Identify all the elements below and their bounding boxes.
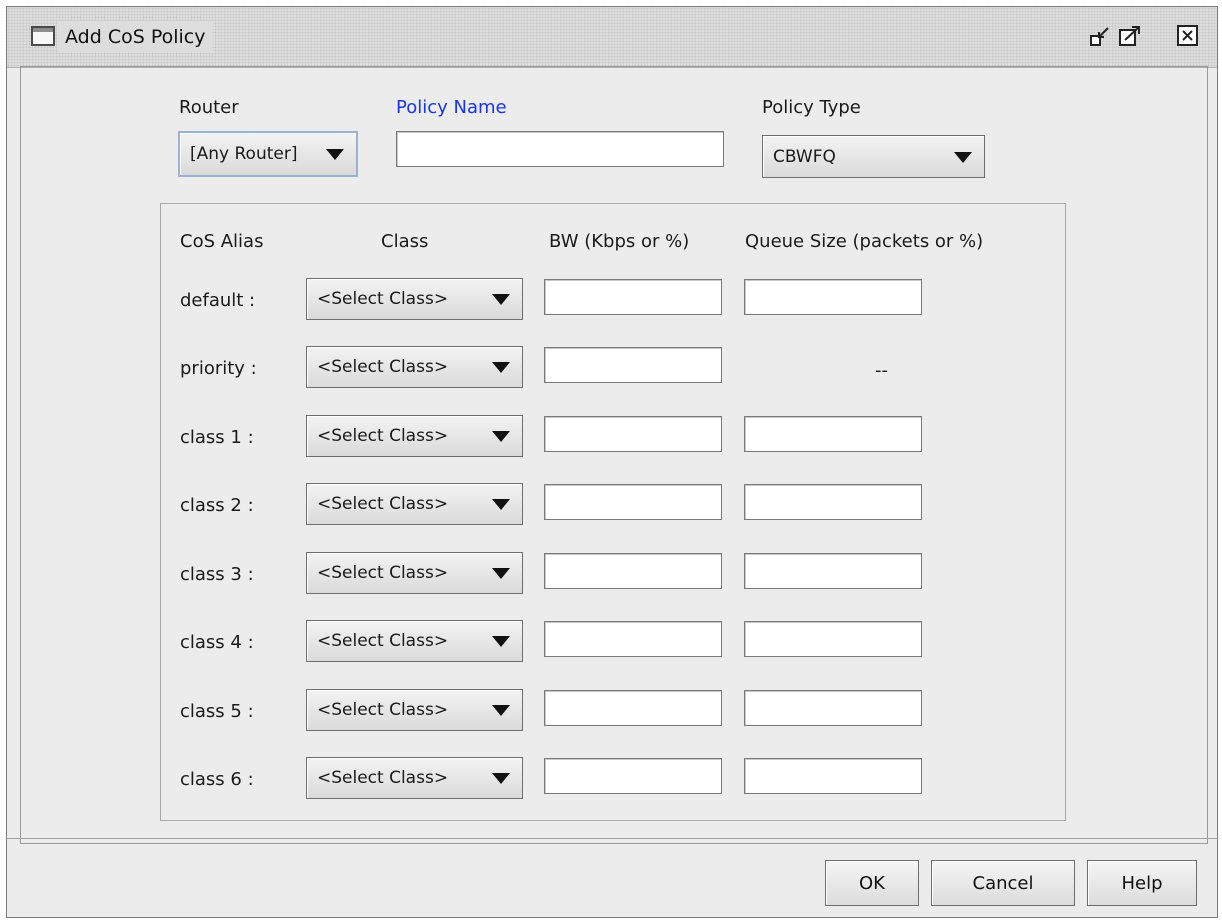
button-bar-separator — [6, 838, 1218, 839]
title-bar[interactable]: Add CoS Policy — [7, 7, 1217, 68]
policy-type-dropdown[interactable]: CBWFQ — [762, 135, 985, 178]
class-dropdown[interactable]: <Select Class> — [306, 689, 523, 731]
queue-size-not-applicable: -- — [875, 360, 888, 381]
class-dropdown-value: <Select Class> — [317, 768, 449, 788]
chevron-down-icon — [492, 431, 510, 442]
cos-alias-label: default : — [180, 290, 256, 311]
column-header-queue-size: Queue Size (packets or %) — [745, 231, 984, 252]
chevron-down-icon — [492, 499, 510, 510]
window-title: Add CoS Policy — [57, 21, 214, 53]
queue-size-input[interactable] — [744, 416, 922, 452]
class-dropdown-value: <Select Class> — [317, 700, 449, 720]
bw-input[interactable] — [544, 347, 722, 383]
bw-input[interactable] — [544, 621, 722, 657]
chevron-down-icon — [492, 568, 510, 579]
bw-input[interactable] — [544, 416, 722, 452]
cos-alias-label: class 2 : — [180, 495, 254, 516]
cos-alias-label: class 1 : — [180, 427, 254, 448]
class-dropdown[interactable]: <Select Class> — [306, 552, 523, 594]
bw-input[interactable] — [544, 758, 722, 794]
class-dropdown[interactable]: <Select Class> — [306, 620, 523, 662]
column-header-bw: BW (Kbps or %) — [549, 231, 690, 252]
policy-name-label: Policy Name — [396, 97, 507, 118]
ok-button[interactable]: OK — [825, 860, 919, 906]
column-header-class: Class — [381, 231, 429, 252]
class-dropdown-value: <Select Class> — [317, 426, 449, 446]
chevron-down-icon — [492, 773, 510, 784]
class-dropdown[interactable]: <Select Class> — [306, 415, 523, 457]
router-dropdown-value: [Any Router] — [190, 144, 298, 164]
class-dropdown[interactable]: <Select Class> — [306, 278, 523, 320]
bw-input[interactable] — [544, 279, 722, 315]
queue-size-input[interactable] — [744, 690, 922, 726]
queue-size-input[interactable] — [744, 621, 922, 657]
policy-type-dropdown-value: CBWFQ — [773, 146, 836, 167]
chevron-down-icon — [492, 636, 510, 647]
cos-alias-label: class 4 : — [180, 632, 254, 653]
router-label: Router — [179, 97, 239, 118]
queue-size-input[interactable] — [744, 758, 922, 794]
cos-alias-label: class 3 : — [180, 564, 254, 585]
cos-class-group: CoS Alias Class BW (Kbps or %) Queue Siz… — [160, 203, 1066, 821]
class-dropdown[interactable]: <Select Class> — [306, 483, 523, 525]
cos-alias-label: priority : — [180, 358, 257, 379]
class-dropdown-value: <Select Class> — [317, 563, 449, 583]
maximize-icon[interactable] — [1119, 25, 1141, 47]
cos-alias-label: class 5 : — [180, 701, 254, 722]
bw-input[interactable] — [544, 690, 722, 726]
bw-input[interactable] — [544, 553, 722, 589]
chevron-down-icon — [492, 362, 510, 373]
cos-alias-label: class 6 : — [180, 769, 254, 790]
policy-name-input[interactable] — [396, 131, 724, 167]
policy-type-label: Policy Type — [762, 97, 861, 118]
window-icon — [31, 26, 55, 46]
router-dropdown[interactable]: [Any Router] — [178, 131, 358, 177]
chevron-down-icon — [492, 294, 510, 305]
chevron-down-icon — [326, 149, 344, 160]
help-button[interactable]: Help — [1087, 860, 1197, 906]
class-dropdown-value: <Select Class> — [317, 631, 449, 651]
close-icon[interactable] — [1177, 25, 1199, 47]
queue-size-input[interactable] — [744, 279, 922, 315]
class-dropdown[interactable]: <Select Class> — [306, 346, 523, 388]
queue-size-input[interactable] — [744, 484, 922, 520]
column-header-cos-alias: CoS Alias — [180, 231, 264, 252]
class-dropdown[interactable]: <Select Class> — [306, 757, 523, 799]
class-dropdown-value: <Select Class> — [317, 494, 449, 514]
chevron-down-icon — [954, 151, 972, 163]
cancel-button[interactable]: Cancel — [931, 860, 1075, 906]
chevron-down-icon — [492, 705, 510, 716]
queue-size-input[interactable] — [744, 553, 922, 589]
class-dropdown-value: <Select Class> — [317, 289, 449, 309]
minimize-icon[interactable] — [1090, 25, 1112, 47]
class-dropdown-value: <Select Class> — [317, 357, 449, 377]
bw-input[interactable] — [544, 484, 722, 520]
